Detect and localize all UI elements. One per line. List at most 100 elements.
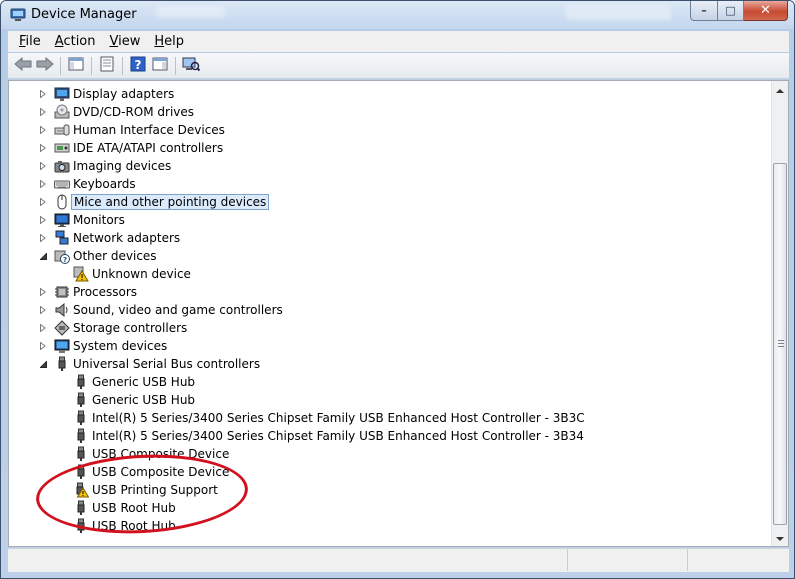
tree-category[interactable]: ? Other devices	[9, 247, 771, 265]
tree-item-label: Human Interface Devices	[73, 123, 225, 137]
vertical-scrollbar[interactable]	[771, 81, 788, 546]
collapse-arrow-icon[interactable]	[39, 252, 47, 260]
scan-hardware-icon	[182, 56, 201, 75]
display-adapter-icon	[54, 86, 70, 102]
scan-hardware-button[interactable]	[180, 55, 202, 77]
collapse-arrow-icon[interactable]	[39, 360, 47, 368]
tree-device[interactable]: Generic USB Hub	[9, 391, 771, 409]
tree-device[interactable]: USB Printing Support	[9, 481, 771, 499]
minimize-icon: –	[701, 4, 707, 17]
expand-arrow-icon[interactable]	[39, 126, 47, 134]
thumb-grip-line	[778, 340, 784, 341]
status-cell	[688, 549, 788, 571]
tree-item-label: USB Composite Device	[92, 447, 230, 461]
device-tree: Display adapters DVD/CD-ROM drives Human I…	[9, 85, 771, 535]
device-tree-pane[interactable]: Display adapters DVD/CD-ROM drives Human I…	[8, 80, 789, 547]
system-device-icon	[54, 338, 70, 354]
tree-item-label: Keyboards	[73, 177, 136, 191]
tree-category[interactable]: IDE ATA/ATAPI controllers	[9, 139, 771, 157]
tree-category[interactable]: DVD/CD-ROM drives	[9, 103, 771, 121]
expand-arrow-icon[interactable]	[39, 180, 47, 188]
tree-category[interactable]: Storage controllers	[9, 319, 771, 337]
tree-device[interactable]: Unknown device	[9, 265, 771, 283]
show-hide-console-tree-button[interactable]	[65, 55, 87, 77]
tree-category[interactable]: Imaging devices	[9, 157, 771, 175]
tree-category[interactable]: Universal Serial Bus controllers	[9, 355, 771, 373]
toolbar-separator	[122, 56, 123, 75]
properties-icon	[99, 56, 115, 75]
menu-action[interactable]: Action	[48, 34, 103, 49]
menu-file[interactable]: File	[12, 34, 48, 49]
tree-category[interactable]: Mice and other pointing devices	[9, 193, 771, 211]
expand-arrow-icon[interactable]	[39, 216, 47, 224]
tree-item-label: Mice and other pointing devices	[71, 194, 270, 210]
expand-arrow-icon[interactable]	[39, 144, 47, 152]
expand-arrow-icon[interactable]	[39, 306, 47, 314]
expand-arrow-icon[interactable]	[39, 324, 47, 332]
device-manager-window: Device Manager – □ ✕ File Action View He…	[0, 0, 795, 579]
expand-arrow-icon[interactable]	[39, 234, 47, 242]
tree-category[interactable]: Processors	[9, 283, 771, 301]
scrollbar-thumb[interactable]	[773, 163, 787, 525]
tree-device[interactable]: USB Root Hub	[9, 517, 771, 535]
menu-help[interactable]: Help	[147, 34, 191, 49]
ide-controller-icon	[54, 140, 70, 156]
hid-icon	[54, 122, 70, 138]
minimize-button[interactable]: –	[690, 1, 718, 21]
tree-device[interactable]: Intel(R) 5 Series/3400 Series Chipset Fa…	[9, 409, 771, 427]
forward-button[interactable]	[34, 55, 56, 77]
tree-item-label: Intel(R) 5 Series/3400 Series Chipset Fa…	[92, 429, 584, 443]
expand-arrow-icon[interactable]	[39, 108, 47, 116]
tree-category[interactable]: Network adapters	[9, 229, 771, 247]
tree-device[interactable]: Generic USB Hub	[9, 373, 771, 391]
expand-arrow-icon[interactable]	[39, 90, 47, 98]
tree-device[interactable]: USB Composite Device	[9, 463, 771, 481]
unknown-device-category-icon: ?	[54, 248, 70, 264]
tree-item-label: Other devices	[73, 249, 157, 263]
usb-icon	[73, 392, 89, 408]
tree-category[interactable]: Sound, video and game controllers	[9, 301, 771, 319]
back-button[interactable]	[12, 55, 34, 77]
tree-category[interactable]: Human Interface Devices	[9, 121, 771, 139]
warning-device-icon	[73, 266, 89, 282]
tree-item-label: Sound, video and game controllers	[73, 303, 283, 317]
monitor-icon	[54, 212, 70, 228]
usb-icon	[73, 518, 89, 534]
scroll-down-icon	[776, 531, 784, 545]
expand-arrow-icon[interactable]	[39, 198, 47, 206]
usb-icon	[73, 410, 89, 426]
menu-view[interactable]: View	[103, 34, 148, 49]
tree-category[interactable]: Display adapters	[9, 85, 771, 103]
tree-device[interactable]: USB Composite Device	[9, 445, 771, 463]
scroll-up-icon	[776, 83, 784, 97]
usb-icon	[73, 464, 89, 480]
storage-controller-icon	[54, 320, 70, 336]
tree-item-label: Monitors	[73, 213, 125, 227]
action-pane-button[interactable]	[149, 55, 171, 77]
expand-arrow-icon[interactable]	[39, 288, 47, 296]
title-bar[interactable]: Device Manager – □ ✕	[1, 1, 794, 29]
processor-icon	[54, 284, 70, 300]
tree-item-label: Processors	[73, 285, 138, 299]
tree-category[interactable]: Monitors	[9, 211, 771, 229]
usb-icon	[73, 374, 89, 390]
scroll-up-button[interactable]	[772, 81, 788, 98]
tree-item-label: IDE ATA/ATAPI controllers	[73, 141, 224, 155]
tree-item-label: Intel(R) 5 Series/3400 Series Chipset Fa…	[92, 411, 585, 425]
thumb-grip-line	[778, 343, 784, 344]
toolbar-separator	[91, 56, 92, 75]
tree-category[interactable]: Keyboards	[9, 175, 771, 193]
expand-arrow-icon[interactable]	[39, 342, 47, 350]
show-hide-console-tree-icon	[68, 56, 84, 75]
scroll-down-button[interactable]	[772, 529, 788, 546]
properties-button[interactable]	[96, 55, 118, 77]
tree-device[interactable]: USB Root Hub	[9, 499, 771, 517]
close-button[interactable]: ✕	[744, 1, 788, 21]
tree-category[interactable]: System devices	[9, 337, 771, 355]
usb-icon	[73, 428, 89, 444]
expand-arrow-icon[interactable]	[39, 162, 47, 170]
blurred-title-area	[156, 6, 226, 18]
tree-device[interactable]: Intel(R) 5 Series/3400 Series Chipset Fa…	[9, 427, 771, 445]
help-button[interactable]: ?	[127, 55, 149, 77]
maximize-button[interactable]: □	[718, 1, 744, 21]
